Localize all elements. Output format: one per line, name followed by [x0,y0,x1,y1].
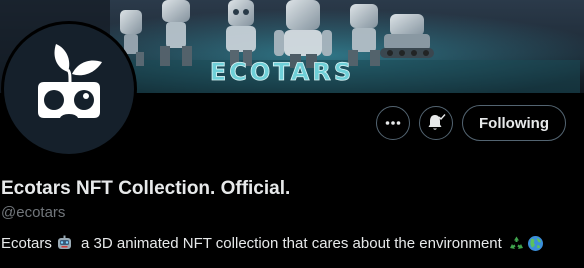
following-button[interactable]: Following [462,105,566,141]
profile-bio: Ecotars a 3D animated NFT collection tha… [1,235,544,252]
profile-page: ECOTARS Following Ecotars NFT Collection… [0,0,584,268]
robot-emoji-icon [56,235,73,252]
recycle-emoji-icon [508,235,525,252]
bell-check-icon [428,114,446,130]
ecotars-logo-icon [38,44,102,118]
globe-emoji-icon [527,235,544,252]
more-horizontal-icon [385,121,401,125]
avatar-image [4,24,134,154]
banner-title-art: ECOTARS [210,58,354,86]
notifications-button[interactable] [419,106,454,140]
profile-actions: Following [376,105,566,141]
more-button[interactable] [376,106,411,140]
bio-text-start: Ecotars [1,235,52,252]
bio-text-rest: a 3D animated NFT collection that cares … [76,235,506,252]
display-name: Ecotars NFT Collection. Official. [1,178,291,199]
user-handle: @ecotars [1,204,66,221]
avatar[interactable] [1,21,137,157]
